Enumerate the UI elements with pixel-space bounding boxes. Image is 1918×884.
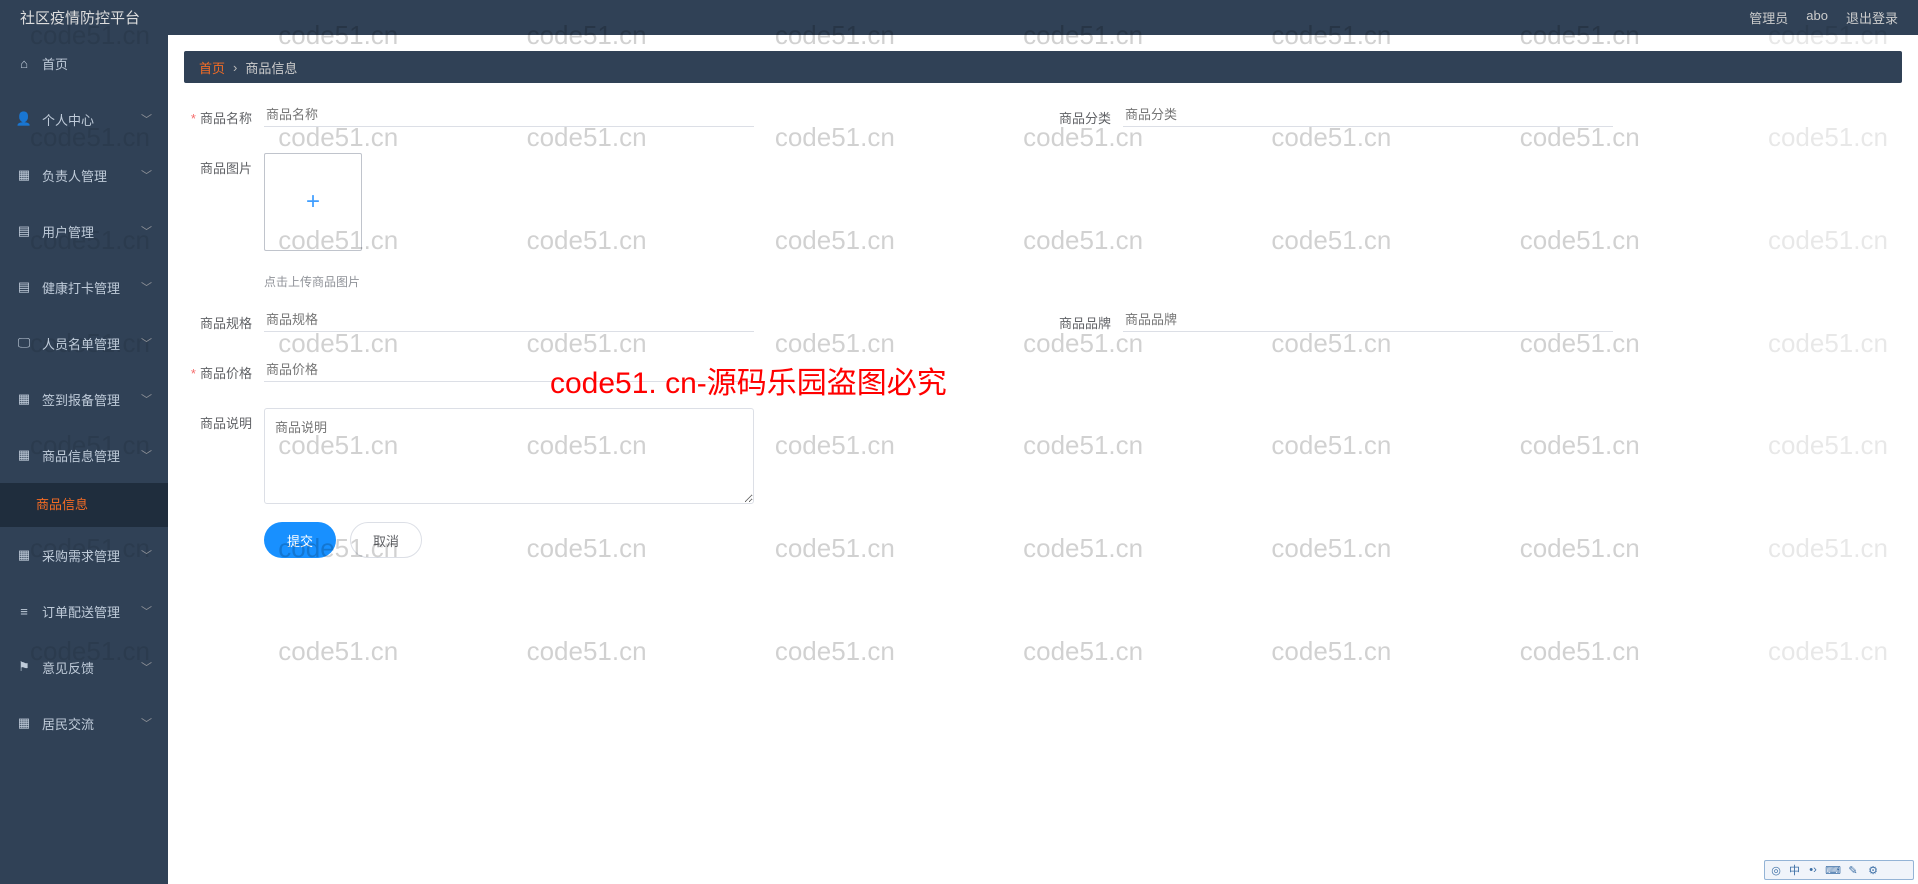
sidebar-item-label: 负责人管理 — [42, 166, 141, 185]
sidebar-item-orders[interactable]: ≡ 订单配送管理 ﹀ — [0, 583, 168, 639]
name-label: 商品名称 — [184, 103, 264, 135]
breadcrumb-home[interactable]: 首页 — [199, 58, 225, 77]
sidebar-item-community[interactable]: ▦ 居民交流 ﹀ — [0, 695, 168, 751]
spec-input[interactable] — [264, 308, 754, 332]
ime-punct-icon[interactable]: •› — [1806, 863, 1820, 877]
sidebar-item-health[interactable]: ▤ 健康打卡管理 ﹀ — [0, 259, 168, 315]
sidebar-item-label: 人员名单管理 — [42, 334, 141, 353]
grid-icon: ▦ — [16, 391, 32, 407]
desc-textarea[interactable] — [264, 408, 754, 504]
sidebar-item-label: 个人中心 — [42, 110, 141, 129]
name-input[interactable] — [264, 103, 754, 127]
category-input[interactable] — [1123, 103, 1613, 127]
sidebar-item-label: 采购需求管理 — [42, 546, 141, 565]
chevron-down-icon: ﹀ — [141, 547, 152, 563]
flag-icon: ⚑ — [16, 659, 32, 675]
ime-settings-icon[interactable]: ⚙ — [1866, 863, 1880, 877]
grid-icon: ▦ — [16, 547, 32, 563]
chevron-down-icon: ﹀ — [141, 223, 152, 239]
image-label: 商品图片 — [184, 153, 264, 185]
grid-icon: ▦ — [16, 715, 32, 731]
ime-skin-icon[interactable]: ✎ — [1846, 863, 1860, 877]
breadcrumb: 首页 › 商品信息 — [184, 51, 1902, 83]
brand-label: 商品品牌 — [1043, 308, 1123, 340]
chevron-down-icon: ﹀ — [141, 279, 152, 295]
sidebar-item-purchase[interactable]: ▦ 采购需求管理 ﹀ — [0, 527, 168, 583]
brand-input[interactable] — [1123, 308, 1613, 332]
chevron-down-icon: ﹀ — [141, 447, 152, 463]
sidebar-item-label: 意见反馈 — [42, 658, 141, 677]
spec-label: 商品规格 — [184, 308, 264, 340]
sidebar-item-people[interactable]: 🖵 人员名单管理 ﹀ — [0, 315, 168, 371]
grid-icon: ▦ — [16, 167, 32, 183]
sidebar-item-label: 订单配送管理 — [42, 602, 141, 621]
user-role: 管理员 — [1749, 8, 1788, 27]
ime-keyboard-icon[interactable]: ⌨ — [1826, 863, 1840, 877]
chevron-down-icon: ﹀ — [141, 659, 152, 675]
list-icon: ≡ — [16, 603, 32, 619]
sidebar-item-owners[interactable]: ▦ 负责人管理 ﹀ — [0, 147, 168, 203]
sidebar-item-label: 签到报备管理 — [42, 390, 141, 409]
chevron-down-icon: ﹀ — [141, 167, 152, 183]
ime-toolbar[interactable]: ◎ 中 •› ⌨ ✎ ⚙ — [1764, 860, 1914, 880]
monitor-icon: 🖵 — [16, 335, 32, 351]
breadcrumb-current: 商品信息 — [245, 58, 297, 77]
upload-image[interactable]: + — [264, 153, 362, 251]
sidebar-item-users[interactable]: ▤ 用户管理 ﹀ — [0, 203, 168, 259]
sidebar-item-label: 首页 — [42, 54, 152, 73]
logout-link[interactable]: 退出登录 — [1846, 8, 1898, 27]
sidebar: ⌂ 首页 👤 个人中心 ﹀ ▦ 负责人管理 ﹀ ▤ 用户管理 ﹀ ▤ 健康打卡管… — [0, 35, 168, 884]
user-name[interactable]: abo — [1806, 8, 1828, 27]
clipboard-icon: ▤ — [16, 223, 32, 239]
sidebar-item-signin[interactable]: ▦ 签到报备管理 ﹀ — [0, 371, 168, 427]
user-icon: 👤 — [16, 111, 32, 127]
sidebar-item-label: 健康打卡管理 — [42, 278, 141, 297]
product-form: 商品名称 商品分类 商品图片 + 点击上传商品图片 — [184, 103, 1902, 558]
app-title: 社区疫情防控平台 — [20, 7, 140, 28]
plus-icon: + — [306, 188, 320, 216]
cancel-button[interactable]: 取消 — [350, 522, 422, 558]
main-content: 首页 › 商品信息 商品名称 商品分类 商品图片 — [168, 35, 1918, 884]
sidebar-item-feedback[interactable]: ⚑ 意见反馈 ﹀ — [0, 639, 168, 695]
sidebar-item-label: 居民交流 — [42, 714, 141, 733]
price-input[interactable] — [264, 358, 754, 382]
ime-logo-icon: ◎ — [1769, 863, 1783, 877]
sidebar-item-profile[interactable]: 👤 个人中心 ﹀ — [0, 91, 168, 147]
ime-mode[interactable]: 中 — [1789, 862, 1800, 878]
submit-button[interactable]: 提交 — [264, 522, 336, 558]
sidebar-item-label: 用户管理 — [42, 222, 141, 241]
desc-label: 商品说明 — [184, 408, 264, 440]
sidebar-item-home[interactable]: ⌂ 首页 — [0, 35, 168, 91]
sidebar-subitem-product-info[interactable]: 商品信息 — [0, 483, 168, 527]
clipboard-icon: ▤ — [16, 279, 32, 295]
app-header: 社区疫情防控平台 管理员 abo 退出登录 — [0, 0, 1918, 35]
sidebar-item-products[interactable]: ▦ 商品信息管理 ﹀ — [0, 427, 168, 483]
home-icon: ⌂ — [16, 55, 32, 71]
grid-icon: ▦ — [16, 447, 32, 463]
breadcrumb-separator: › — [233, 60, 237, 75]
sidebar-item-label: 商品信息管理 — [42, 446, 141, 465]
chevron-down-icon: ﹀ — [141, 391, 152, 407]
chevron-down-icon: ﹀ — [141, 603, 152, 619]
chevron-down-icon: ﹀ — [141, 335, 152, 351]
category-label: 商品分类 — [1043, 103, 1123, 135]
upload-hint: 点击上传商品图片 — [264, 273, 362, 290]
chevron-down-icon: ﹀ — [141, 111, 152, 127]
price-label: 商品价格 — [184, 358, 264, 390]
chevron-down-icon: ﹀ — [141, 715, 152, 731]
